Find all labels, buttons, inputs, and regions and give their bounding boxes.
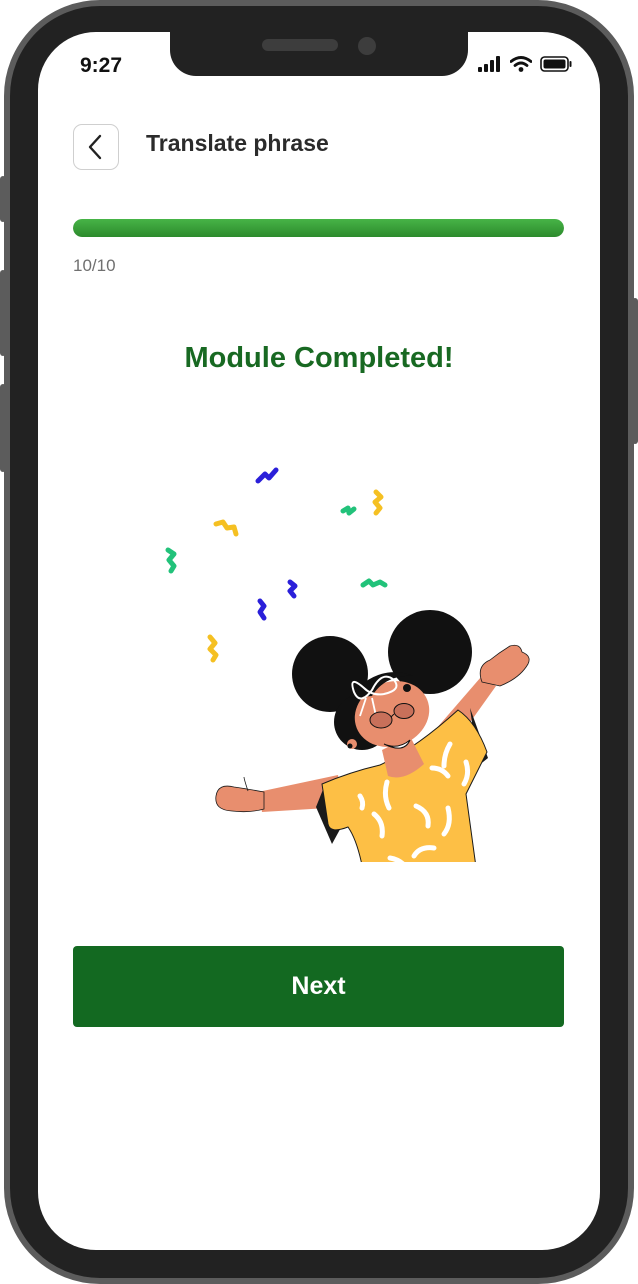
screen: 9:27 Translate phrase 10/10 Module Compl… [38,32,600,1250]
wifi-icon [510,56,532,72]
signal-icon [478,56,500,72]
volume-down-button [0,384,6,472]
progress-bar [73,219,564,237]
status-time: 9:27 [80,54,123,77]
status-icons [478,56,572,72]
celebration-illustration [165,467,530,862]
mute-switch [0,176,6,222]
battery-icon [540,56,572,72]
front-camera [358,37,376,55]
speaker [262,39,338,51]
power-button [632,298,638,444]
volume-up-button [0,270,6,356]
back-chevron-icon [88,134,102,160]
girl-character [215,610,530,862]
page-title: Translate phrase [146,130,329,156]
progress-count: 10/10 [73,256,116,275]
back-button[interactable] [73,124,119,170]
progress-bar-fill [73,219,564,237]
completion-heading: Module Completed! [184,342,454,374]
notch [170,32,468,76]
confetti [165,467,388,663]
next-button[interactable]: Next [73,946,564,1027]
